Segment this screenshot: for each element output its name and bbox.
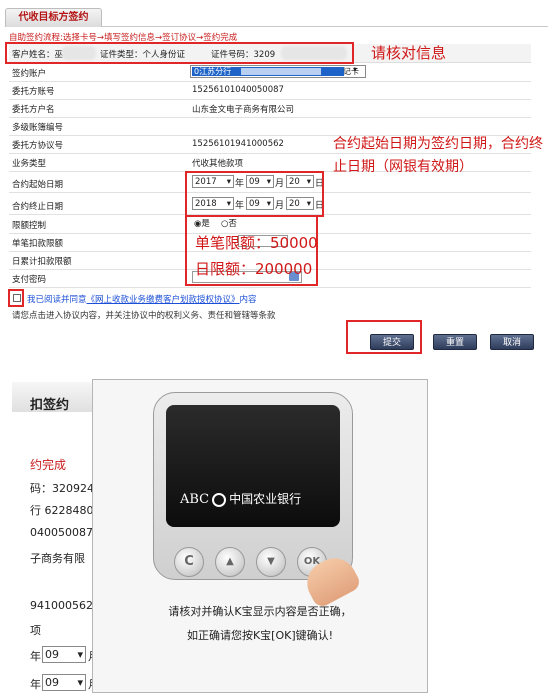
agreement-notice: 请您点击进入协议内容，并关注协议中的权利义务、责任和管辖等条款 <box>12 311 276 321</box>
chevron-down-icon: ▾ <box>77 676 83 689</box>
label-biz-type: 业务类型 <box>12 159 47 169</box>
label-end-date: 合约终止日期 <box>12 202 64 212</box>
agreement-text: 我已阅读并同意《网上收款业务缴费客户划款授权协议》内容 <box>27 295 257 305</box>
label-limit-control: 限额控制 <box>12 221 47 231</box>
abc-emblem-icon <box>212 492 227 507</box>
label-single-limit: 单笔扣款限额 <box>12 239 64 249</box>
account-select[interactable]: 0江苏分行 记卡 ▾ <box>190 65 366 78</box>
highlight-checkbox <box>8 289 24 307</box>
bottom-company: 子商务有限 <box>30 552 85 565</box>
chevron-down-icon: ▾ <box>353 65 358 74</box>
bottom-title: 扣签约 <box>30 398 70 413</box>
label-daily-limit: 日累计扣款限额 <box>12 257 72 267</box>
abc-logo: ABC 中国农业银行 <box>180 492 302 507</box>
label-pay-password: 支付密码 <box>12 275 47 285</box>
value-biz-type: 代收其他款项 <box>192 159 244 169</box>
kbao-up-key: ▲ <box>215 547 245 577</box>
value-protocol: 15256101941000562 <box>192 139 284 149</box>
label-client-name: 委托方户名 <box>12 105 55 115</box>
label-protocol: 委托方协议号 <box>12 141 64 151</box>
label-client-account: 委托方账号 <box>12 87 55 97</box>
annotation-check-info: 请核对信息 <box>371 44 447 62</box>
annotation-date-note: 合约起始日期为签约日期，合约终止日期（网银有效期） <box>333 136 543 175</box>
highlight-customer-info <box>5 42 354 64</box>
bottom-num2: 941000562 <box>30 599 93 612</box>
bottom-month-select-2[interactable]: 09 ▾ <box>42 674 86 691</box>
highlight-dates <box>185 171 324 217</box>
cancel-button[interactable]: 取消 <box>490 334 534 350</box>
highlight-submit <box>346 320 422 354</box>
kbao-clear-key: C <box>174 547 204 577</box>
label-start-date: 合约起始日期 <box>12 180 64 190</box>
kbao-down-key: ▼ <box>256 547 286 577</box>
annotation-single-limit: 单笔限额：50000 <box>195 234 318 252</box>
signing-form-panel: 代收目标方签约 自助签约流程:选择卡号→填写签约信息→签订协议→签约完成 客户姓… <box>0 0 550 358</box>
annotation-daily-limit: 日限额：200000 <box>195 260 313 278</box>
bottom-account: 行 62284804 <box>30 504 101 517</box>
kbao-instruction-2: 如正确请您按K宝[OK]键确认! <box>186 629 334 642</box>
bottom-item: 项 <box>30 624 41 637</box>
account-select-value: 0江苏分行 <box>192 67 344 76</box>
kbao-instruction-1: 请核对并确认K宝显示内容是否正确， <box>168 605 352 618</box>
label-multilevel: 多级账簿编号 <box>12 123 64 133</box>
reset-button[interactable]: 重置 <box>433 334 477 350</box>
value-client-account: 15256101040050087 <box>192 85 284 95</box>
bottom-done: 约完成 <box>30 458 67 472</box>
bottom-num1: 040050087 <box>30 526 93 539</box>
bottom-month-select-1[interactable]: 09 ▾ <box>42 646 86 663</box>
value-client-name: 山东金文电子商务有限公司 <box>192 105 295 115</box>
label-account: 签约账户 <box>12 69 47 79</box>
kbao-screen: ABC 中国农业银行 <box>166 405 340 527</box>
bottom-id: 码：320924 <box>30 482 94 495</box>
agreement-link[interactable]: 《网上收款业务缴费客户划款授权协议》 <box>87 295 240 305</box>
chevron-down-icon: ▾ <box>77 648 83 661</box>
tab-signing[interactable]: 代收目标方签约 <box>5 8 102 27</box>
